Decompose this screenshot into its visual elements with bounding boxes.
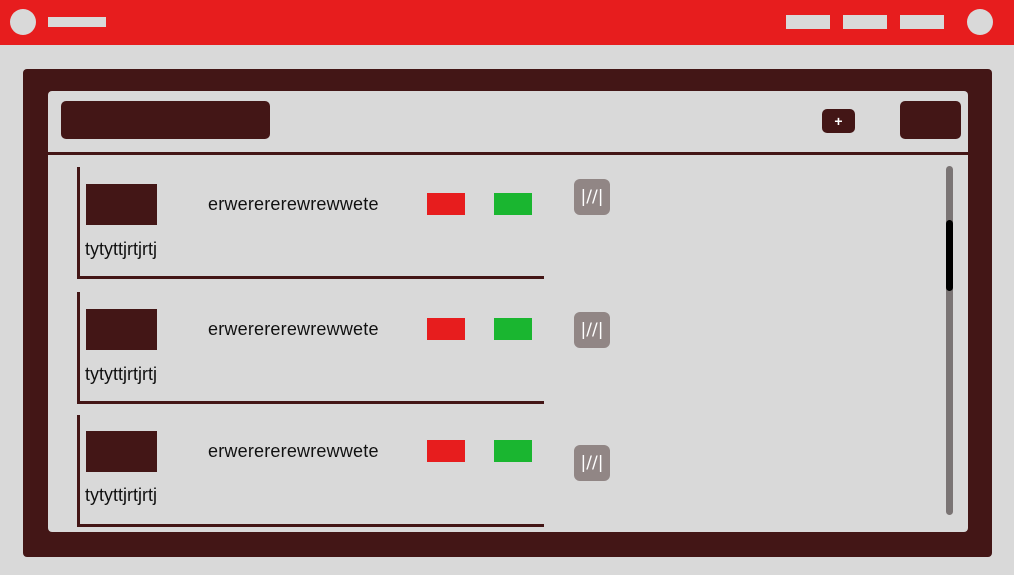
add-button[interactable]: + [822, 109, 855, 133]
green-status-button[interactable] [494, 440, 532, 462]
edit-icon[interactable]: |//| [574, 445, 610, 481]
edit-icon[interactable]: |//| [574, 312, 610, 348]
profile-avatar-icon[interactable] [967, 9, 993, 35]
list-item: erwerererewrewwete tytyttjrtjrtj [77, 415, 544, 527]
nav-item-3[interactable] [900, 15, 944, 29]
scrollbar-track[interactable] [946, 166, 953, 515]
item-title: erwerererewrewwete [208, 319, 379, 339]
item-thumbnail [86, 184, 157, 225]
item-subtitle: tytyttjrtjrtj [85, 364, 157, 384]
search-input[interactable] [61, 101, 270, 139]
menu-avatar-icon[interactable] [10, 9, 36, 35]
green-status-button[interactable] [494, 318, 532, 340]
item-subtitle: tytyttjrtjrtj [85, 485, 157, 505]
item-thumbnail [86, 309, 157, 350]
green-status-button[interactable] [494, 193, 532, 215]
top-navbar [0, 0, 1014, 45]
logo-placeholder[interactable] [48, 17, 106, 27]
action-button[interactable] [900, 101, 961, 139]
item-title: erwerererewrewwete [208, 194, 379, 214]
edit-icon[interactable]: |//| [574, 179, 610, 215]
list-item: erwerererewrewwete tytyttjrtjrtj [77, 292, 544, 404]
item-title: erwerererewrewwete [208, 441, 379, 461]
red-status-button[interactable] [427, 440, 465, 462]
item-subtitle: tytyttjrtjrtj [85, 239, 157, 259]
main-panel: + erwerererewrewwete tytyttjrtjrtj |//| … [48, 91, 968, 532]
item-thumbnail [86, 431, 157, 472]
red-status-button[interactable] [427, 193, 465, 215]
red-status-button[interactable] [427, 318, 465, 340]
header-divider [48, 152, 968, 155]
nav-item-2[interactable] [843, 15, 887, 29]
scrollbar-thumb[interactable] [946, 220, 953, 291]
list-item: erwerererewrewwete tytyttjrtjrtj [77, 167, 544, 279]
nav-item-1[interactable] [786, 15, 830, 29]
